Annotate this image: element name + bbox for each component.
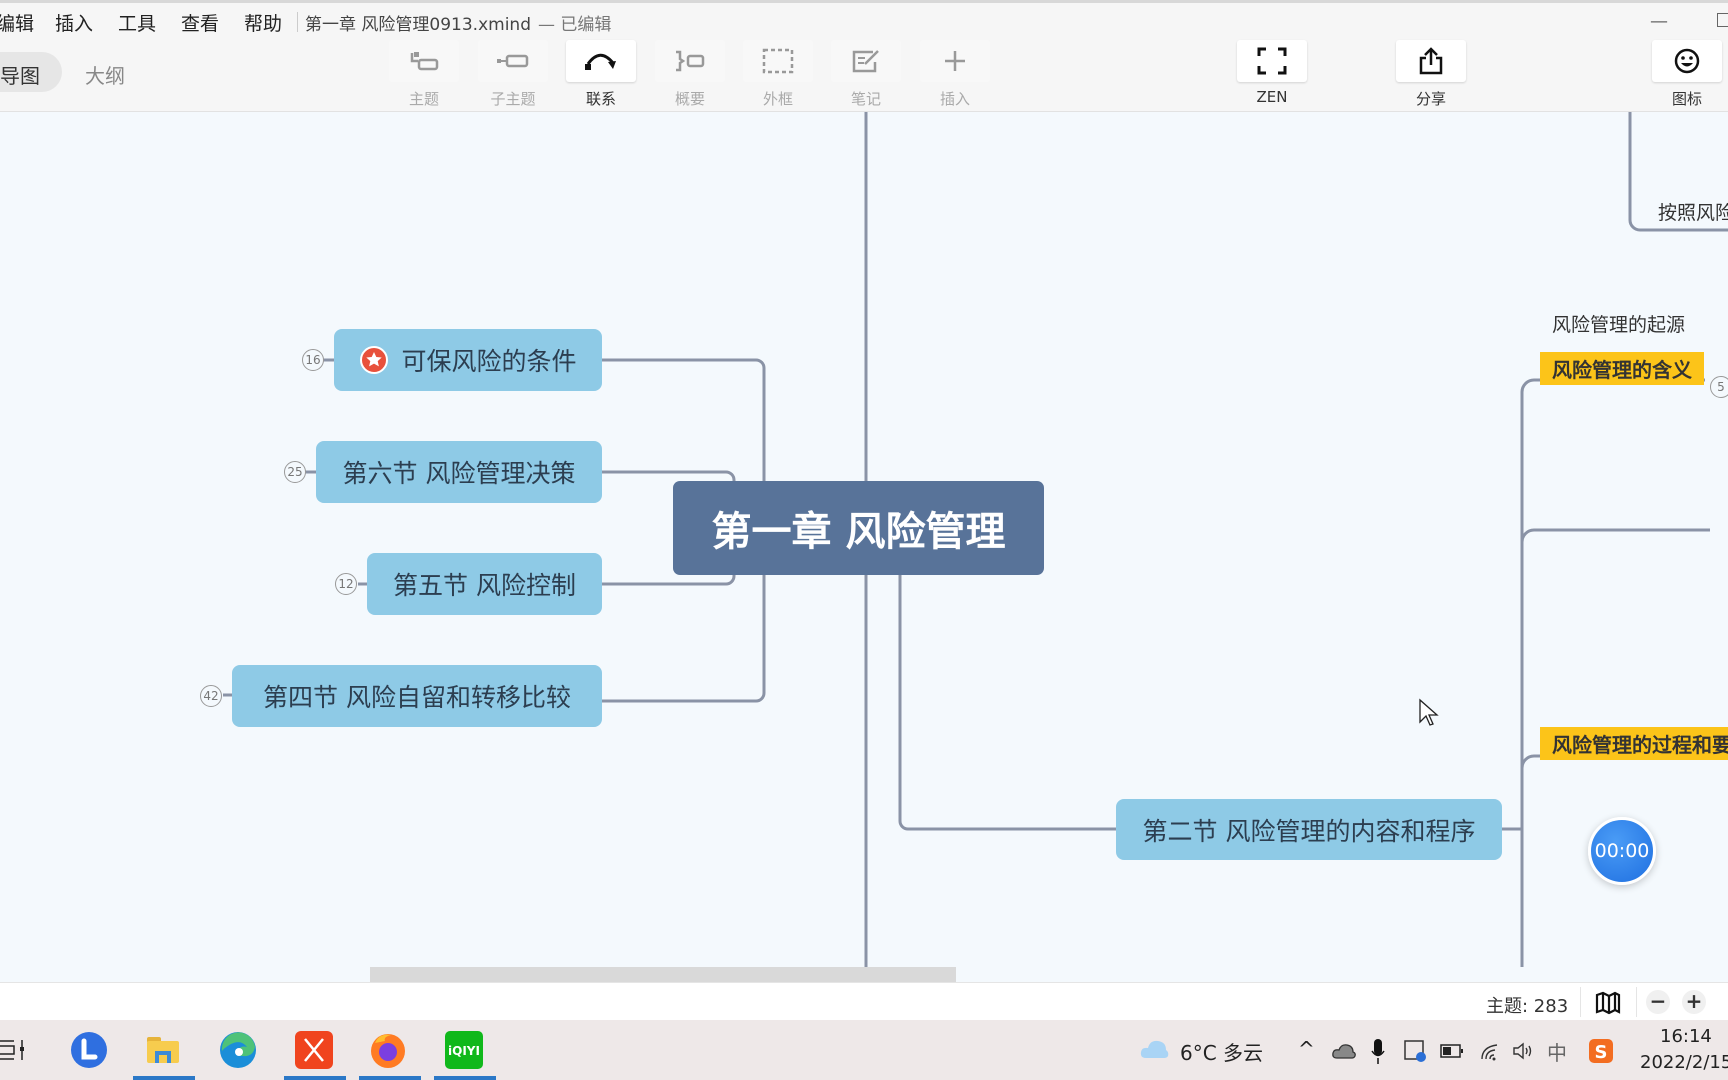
smiley-icon [1674,48,1700,74]
collapsed-count-badge[interactable]: 25 [284,461,306,483]
relationship-button[interactable]: 联系 [566,40,636,109]
central-topic[interactable]: 第一章 风险管理 [673,481,1044,575]
subtopic-meaning[interactable]: 风险管理的含义 [1540,352,1704,385]
share-icon [1419,47,1443,75]
boundary-icon [762,48,794,74]
subtopic-button[interactable]: 子主题 [478,40,548,109]
mindmap-canvas[interactable]: 可保风险的条件 16 第六节 风险管理决策 25 第五节 风险控制 12 第四节… [0,112,1728,967]
topic-icon [410,52,439,71]
collapsed-count-badge[interactable]: 12 [335,573,357,595]
sync-app-icon[interactable] [1403,1039,1427,1063]
topic-section-4[interactable]: 第四节 风险自留和转移比较 [232,665,602,727]
menu-bar: 编辑 插入 工具 查看 帮助 第一章 风险管理0913.xmind — 已编辑 … [0,0,1728,36]
wifi-icon[interactable] [1479,1041,1501,1061]
battery-icon[interactable] [1440,1043,1464,1059]
taskbar-app-file-explorer[interactable] [143,1030,183,1070]
menu-edit[interactable]: 编辑 [0,9,34,36]
note-button[interactable]: 笔记 [831,40,901,109]
svg-text:S: S [1595,1042,1608,1063]
zoom-in-button[interactable]: + [1682,990,1706,1014]
zen-button[interactable]: ZEN [1237,40,1307,106]
boundary-button[interactable]: 外框 [743,40,813,109]
collapsed-count-badge[interactable]: 5 [1710,376,1728,398]
menu-help[interactable]: 帮助 [244,9,282,36]
star-marker-icon [360,346,389,374]
subtopic-origin[interactable]: 风险管理的起源 [1552,310,1685,337]
taskbar: iQIYI 6°C 多云 ^ 中 S 16:14 2022/2/15 [0,1020,1728,1080]
tab-outline[interactable]: 大纲 [85,60,125,89]
map-icon[interactable] [1595,991,1621,1015]
topic-count: 主题: 283 [1486,996,1569,1017]
insert-button[interactable]: 插入 [920,40,990,109]
subtopic-icon [497,54,529,68]
task-view-icon[interactable] [0,1038,26,1062]
note-icon [852,50,879,73]
onedrive-cloud-icon[interactable] [1331,1042,1357,1060]
microphone-icon[interactable] [1371,1038,1385,1066]
lark-icon [71,1032,107,1068]
firefox-icon [371,1034,405,1068]
clock-time[interactable]: 16:14 [1660,1026,1712,1047]
svg-text:iQIYI: iQIYI [448,1044,480,1058]
right-branch-line [898,575,1116,831]
taskbar-app-xmind[interactable] [294,1030,334,1070]
subtopic-by-risk[interactable]: 按照风险 [1658,198,1728,225]
title-separator [297,12,298,32]
minimize-button[interactable]: — [1650,11,1668,32]
mouse-cursor-icon [1419,698,1439,726]
tray-overflow-chevron-icon[interactable]: ^ [1298,1037,1315,1061]
maximize-button[interactable] [1717,13,1728,27]
document-status: — 已编辑 [538,15,612,35]
share-button[interactable]: 分享 [1396,40,1466,109]
relationship-icon [585,53,616,70]
summary-icon [676,50,705,72]
menu-insert[interactable]: 插入 [55,9,93,36]
edge-icon [220,1032,256,1068]
menu-view[interactable]: 查看 [181,9,219,36]
weather-text[interactable]: 6°C 多云 [1180,1037,1263,1066]
topic-insurable-risk-conditions[interactable]: 可保风险的条件 [334,329,602,391]
status-bar: 主题: 283 − + [0,982,1728,1020]
sogou-ime-icon[interactable]: S [1589,1039,1613,1063]
icon-button[interactable]: 图标 [1652,40,1722,109]
collapsed-count-badge[interactable]: 16 [302,349,324,371]
collapsed-count-badge[interactable]: 42 [200,685,222,707]
fullscreen-icon [1257,47,1287,75]
taskbar-app-lark[interactable] [69,1030,109,1070]
clock-date[interactable]: 2022/2/15 [1640,1052,1728,1073]
subtopic-process[interactable]: 风险管理的过程和要 [1540,727,1728,760]
tab-mindmap[interactable]: 导图 [0,52,62,92]
xmind-icon [295,1031,333,1069]
ime-indicator[interactable]: 中 [1547,1037,1567,1066]
recording-timer[interactable]: 00:00 [1588,817,1656,885]
topic-section-2[interactable]: 第二节 风险管理的内容和程序 [1116,799,1502,860]
weather-cloud-icon [1140,1040,1169,1058]
summary-button[interactable]: 概要 [655,40,725,109]
folder-icon [147,1037,179,1063]
taskbar-app-edge[interactable] [218,1030,258,1070]
zoom-out-button[interactable]: − [1646,990,1670,1014]
iqiyi-icon: iQIYI [445,1031,483,1069]
volume-icon[interactable] [1512,1041,1536,1061]
toolbar: 导图 大纲 主题 子主题 联系 概要 外框 笔记 插入 ZEN 分享 图标 [0,36,1728,112]
topic-section-5[interactable]: 第五节 风险控制 [367,553,602,615]
topic-section-6[interactable]: 第六节 风险管理决策 [316,441,602,503]
document-title: 第一章 风险管理0913.xmind [305,15,531,35]
plus-icon [945,51,965,71]
topic-button[interactable]: 主题 [389,40,459,109]
taskbar-app-iqiyi[interactable]: iQIYI [444,1030,484,1070]
taskbar-app-firefox[interactable] [368,1030,408,1070]
menu-tools[interactable]: 工具 [118,9,156,36]
horizontal-scrollbar[interactable] [370,967,956,982]
